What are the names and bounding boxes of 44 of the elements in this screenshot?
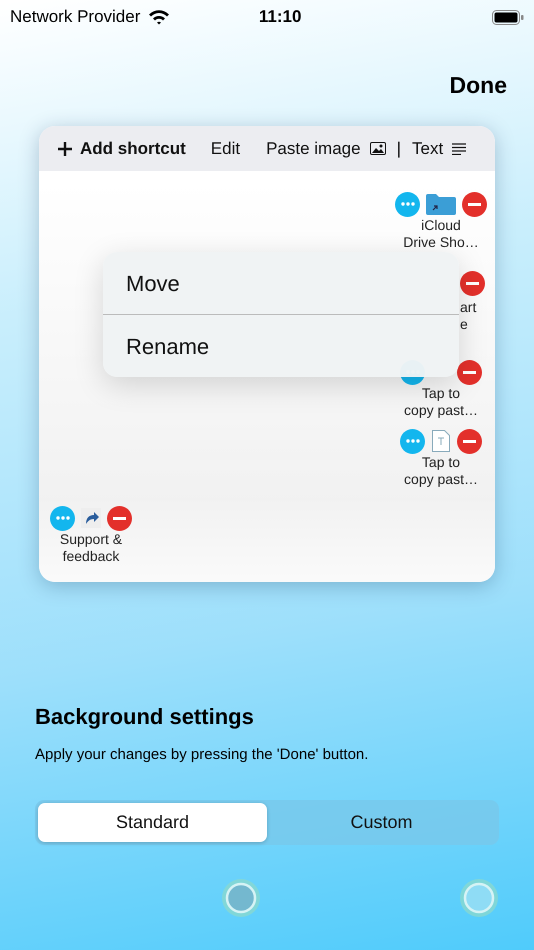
minus-icon — [466, 282, 479, 285]
minus-icon — [463, 370, 476, 374]
status-time: 11:10 — [258, 6, 302, 28]
document-icon — [432, 430, 450, 452]
ring-icon — [221, 878, 261, 918]
shortcut-label: Tap to copy past… — [403, 385, 479, 419]
text-button[interactable]: Text — [412, 136, 466, 162]
shortcut-label: Support & feedback — [58, 531, 124, 565]
remove-button[interactable] — [457, 360, 482, 384]
minus-icon — [463, 440, 476, 442]
done-button[interactable]: Done — [450, 45, 507, 126]
edit-button[interactable]: Edit — [210, 136, 240, 162]
plus-icon — [57, 140, 73, 156]
battery-icon — [492, 10, 524, 24]
image-icon — [370, 142, 386, 155]
paste-image-button[interactable]: Paste image — [266, 136, 386, 162]
wifi-icon — [148, 9, 170, 25]
more-button[interactable] — [400, 428, 425, 454]
minus-icon — [113, 516, 126, 520]
menu-item[interactable]: Rename — [103, 315, 459, 377]
section-title: Background settings — [35, 704, 255, 730]
ring-icon — [459, 878, 499, 918]
toolbar-separator: | — [396, 138, 401, 160]
add-shortcut-button[interactable]: Add shortcut — [57, 136, 186, 162]
text-lines-icon — [452, 142, 466, 154]
folder-icon — [426, 193, 456, 215]
remove-button[interactable] — [107, 506, 132, 530]
more-button[interactable] — [50, 506, 75, 530]
more-icon — [56, 516, 70, 520]
more-icon — [400, 202, 414, 206]
minus-icon — [468, 202, 481, 206]
remove-button[interactable] — [462, 192, 487, 216]
shortcut-label: art e — [460, 299, 478, 333]
carrier-name: Network Provider — [10, 6, 140, 28]
more-icon — [406, 439, 420, 443]
shortcut-label: Tap to copy past… — [403, 454, 479, 488]
section-description: Apply your changes by pressing the 'Done' button. — [35, 745, 370, 766]
shortcut-label: iCloud Drive Sho… — [402, 217, 480, 251]
remove-button[interactable] — [460, 271, 485, 296]
segment-tab[interactable]: Standard — [38, 802, 267, 842]
menu-item[interactable]: Move — [103, 252, 459, 314]
segment-tab[interactable]: Custom — [267, 802, 496, 842]
remove-button[interactable] — [457, 428, 482, 454]
more-button[interactable] — [395, 192, 420, 216]
